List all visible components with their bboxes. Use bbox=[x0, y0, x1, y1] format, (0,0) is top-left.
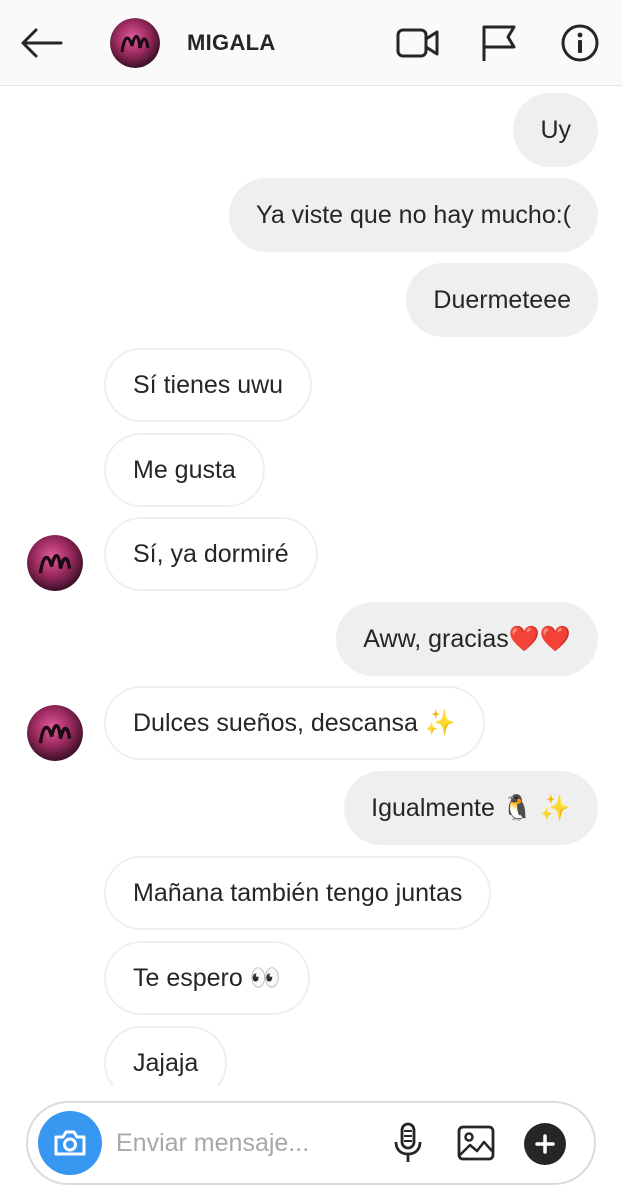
more-options-button[interactable] bbox=[524, 1123, 566, 1165]
message-composer bbox=[26, 1101, 596, 1185]
message-thread[interactable]: Uy Ya viste que no hay mucho:( Duermetee… bbox=[0, 86, 622, 1086]
report-button[interactable] bbox=[476, 20, 522, 66]
video-call-button[interactable] bbox=[395, 20, 441, 66]
message-bubble-received[interactable]: Mañana también tengo juntas bbox=[104, 856, 492, 930]
sender-avatar[interactable] bbox=[27, 705, 83, 761]
contact-name[interactable]: MIGALA bbox=[187, 30, 276, 56]
contact-avatar[interactable] bbox=[110, 18, 160, 68]
message-bubble-sent[interactable]: Igualmente 🐧 ✨ bbox=[344, 771, 598, 845]
camera-icon bbox=[54, 1130, 86, 1156]
flag-icon bbox=[482, 25, 516, 61]
back-button[interactable] bbox=[14, 20, 68, 66]
image-icon bbox=[457, 1125, 495, 1161]
message-input[interactable] bbox=[116, 1123, 366, 1163]
message-bubble-sent[interactable]: Duermeteee bbox=[406, 263, 598, 337]
message-bubble-sent[interactable]: Uy bbox=[513, 93, 598, 167]
camera-button[interactable] bbox=[38, 1111, 102, 1175]
microphone-icon bbox=[394, 1122, 422, 1162]
gallery-button[interactable] bbox=[454, 1121, 498, 1165]
message-bubble-received[interactable]: Sí tienes uwu bbox=[104, 348, 313, 422]
message-bubble-sent[interactable]: Ya viste que no hay mucho:( bbox=[229, 178, 598, 252]
sender-avatar[interactable] bbox=[27, 535, 83, 591]
message-bubble-received[interactable]: Jajaja bbox=[104, 1026, 228, 1086]
plus-icon bbox=[535, 1134, 555, 1154]
info-icon bbox=[561, 24, 599, 62]
chat-header: MIGALA bbox=[0, 0, 622, 86]
arrow-left-icon bbox=[21, 28, 63, 58]
message-bubble-sent[interactable]: Aww, gracias❤️❤️ bbox=[336, 602, 598, 676]
voice-message-button[interactable] bbox=[386, 1119, 430, 1167]
message-bubble-received[interactable]: Te espero 👀 bbox=[104, 941, 310, 1015]
info-button[interactable] bbox=[557, 20, 603, 66]
video-camera-icon bbox=[396, 28, 439, 58]
message-bubble-received[interactable]: Me gusta bbox=[104, 433, 265, 507]
message-bubble-received[interactable]: Dulces sueños, descansa ✨ bbox=[104, 686, 485, 760]
message-bubble-received[interactable]: Sí, ya dormiré bbox=[104, 517, 318, 591]
